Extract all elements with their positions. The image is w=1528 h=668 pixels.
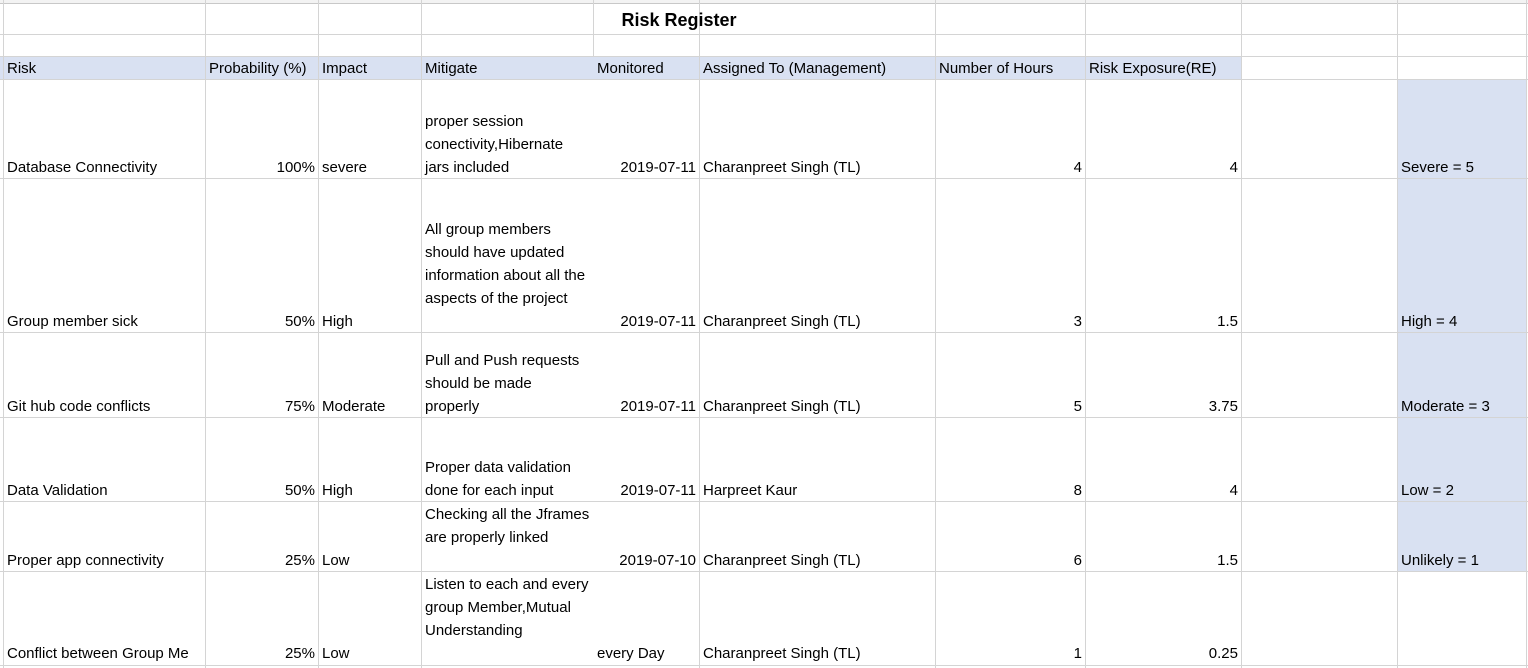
- header-monitored[interactable]: Monitored: [594, 57, 699, 80]
- cell-monitored[interactable]: 2019-07-11: [594, 395, 699, 418]
- cell-impact[interactable]: Low: [319, 549, 421, 572]
- cell-probability[interactable]: 50%: [206, 310, 318, 333]
- cell-monitored[interactable]: 2019-07-11: [594, 156, 699, 179]
- cell-risk[interactable]: Group member sick: [4, 310, 205, 333]
- header-probability[interactable]: Probability (%): [206, 57, 318, 80]
- cell-hours[interactable]: 4: [936, 156, 1085, 179]
- cell-impact[interactable]: High: [319, 479, 421, 502]
- cell-hours[interactable]: 3: [936, 310, 1085, 333]
- spreadsheet-grid: Risk Register Risk Probability (%) Impac…: [0, 0, 1528, 668]
- cell-assigned[interactable]: Charanpreet Singh (TL): [700, 395, 935, 418]
- cell-risk[interactable]: Proper app connectivity: [4, 549, 205, 572]
- cell-monitored[interactable]: 2019-07-10: [594, 549, 699, 572]
- cell-scale[interactable]: Low = 2: [1398, 479, 1526, 502]
- cell-monitored[interactable]: every Day: [594, 642, 699, 665]
- cell-assigned[interactable]: Charanpreet Singh (TL): [700, 156, 935, 179]
- header-impact[interactable]: Impact: [319, 57, 421, 80]
- cell-impact[interactable]: Low: [319, 642, 421, 665]
- header-exposure[interactable]: Risk Exposure(RE): [1086, 57, 1241, 80]
- cell-probability[interactable]: 100%: [206, 156, 318, 179]
- cell-exposure[interactable]: 3.75: [1086, 395, 1241, 418]
- cell-scale[interactable]: Severe = 5: [1398, 156, 1526, 179]
- header-assigned[interactable]: Assigned To (Management): [700, 57, 935, 80]
- header-risk[interactable]: Risk: [4, 57, 205, 80]
- cell-impact[interactable]: High: [319, 310, 421, 333]
- cell-probability[interactable]: 50%: [206, 479, 318, 502]
- cell-risk[interactable]: Database Connectivity: [4, 156, 205, 179]
- cell-exposure[interactable]: 1.5: [1086, 310, 1241, 333]
- gridline-h: [0, 665, 1528, 666]
- cell-assigned[interactable]: Charanpreet Singh (TL): [700, 310, 935, 333]
- cell-scale[interactable]: Unlikely = 1: [1398, 549, 1526, 572]
- gridline-v: [1526, 0, 1527, 668]
- cell-risk[interactable]: Conflict between Group Me: [4, 642, 205, 665]
- cell-probability[interactable]: 75%: [206, 395, 318, 418]
- cell-mitigate[interactable]: Listen to each and every group Member,Mu…: [422, 573, 593, 642]
- cell-scale[interactable]: Moderate = 3: [1398, 395, 1526, 418]
- gridline-v: [421, 0, 422, 668]
- sheet-top-edge: [0, 0, 1528, 4]
- header-hours[interactable]: Number of Hours: [936, 57, 1085, 80]
- cell-hours[interactable]: 5: [936, 395, 1085, 418]
- cell-hours[interactable]: 8: [936, 479, 1085, 502]
- cell-exposure[interactable]: 1.5: [1086, 549, 1241, 572]
- cell-monitored[interactable]: 2019-07-11: [594, 310, 699, 333]
- cell-impact[interactable]: Moderate: [319, 395, 421, 418]
- cell-probability[interactable]: 25%: [206, 642, 318, 665]
- cell-exposure[interactable]: 4: [1086, 156, 1241, 179]
- cell-hours[interactable]: 6: [936, 549, 1085, 572]
- cell-mitigate[interactable]: Pull and Push requests should be made pr…: [422, 349, 593, 418]
- cell-risk[interactable]: Git hub code conflicts: [4, 395, 205, 418]
- cell-scale[interactable]: High = 4: [1398, 310, 1526, 333]
- cell-risk[interactable]: Data Validation: [4, 479, 205, 502]
- cell-assigned[interactable]: Harpreet Kaur: [700, 479, 935, 502]
- sheet-title[interactable]: Risk Register: [593, 7, 765, 33]
- cell-hours[interactable]: 1: [936, 642, 1085, 665]
- header-mitigate[interactable]: Mitigate: [422, 57, 593, 80]
- cell-monitored[interactable]: 2019-07-11: [594, 479, 699, 502]
- gridline-h: [0, 34, 1528, 35]
- cell-mitigate[interactable]: Checking all the Jframes are properly li…: [422, 503, 593, 549]
- cell-impact[interactable]: severe: [319, 156, 421, 179]
- cell-exposure[interactable]: 4: [1086, 479, 1241, 502]
- cell-probability[interactable]: 25%: [206, 549, 318, 572]
- cell-assigned[interactable]: Charanpreet Singh (TL): [700, 549, 935, 572]
- cell-exposure[interactable]: 0.25: [1086, 642, 1241, 665]
- cell-mitigate[interactable]: All group members should have updated in…: [422, 218, 593, 310]
- cell-assigned[interactable]: Charanpreet Singh (TL): [700, 642, 935, 665]
- cell-mitigate[interactable]: Proper data validation done for each inp…: [422, 456, 593, 502]
- cell-mitigate[interactable]: proper session conectivity,Hibernate jar…: [422, 110, 593, 179]
- gridline-v: [1241, 0, 1242, 668]
